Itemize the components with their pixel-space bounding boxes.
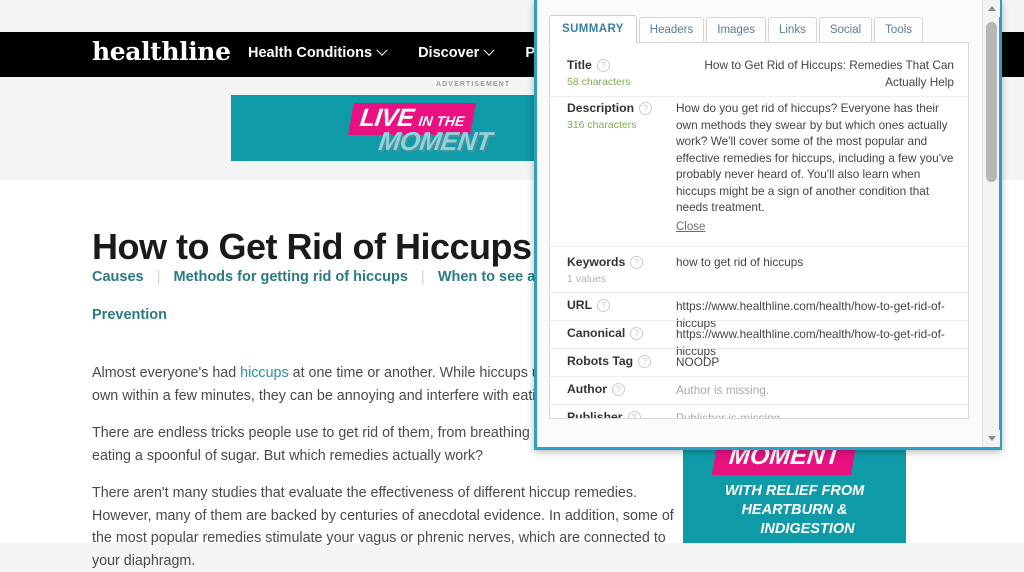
- row-label-description: Description?: [567, 101, 653, 115]
- help-icon[interactable]: ?: [630, 256, 644, 269]
- panel-tabs: SUMMARY Headers Images Links Social Tool…: [549, 15, 925, 43]
- help-icon[interactable]: ?: [638, 355, 652, 368]
- divider: [550, 246, 968, 247]
- tab-links[interactable]: Links: [767, 17, 817, 43]
- description-char-count: 316 characters: [567, 119, 637, 131]
- paragraph-text: Almost everyone's had: [92, 365, 241, 382]
- seo-extension-panel: SUMMARY Headers Images Links Social Tool…: [534, 0, 1002, 450]
- article-paragraph-3: There aren't many studies that evaluate …: [92, 485, 674, 569]
- scroll-down-arrow[interactable]: [983, 430, 1000, 447]
- chevron-down-icon: [376, 44, 388, 56]
- tab-headers[interactable]: Headers: [638, 17, 705, 43]
- label-text: Robots Tag: [567, 354, 634, 368]
- help-icon[interactable]: ?: [596, 59, 610, 72]
- nav-label: Discover: [418, 45, 480, 61]
- scrollbar-thumb[interactable]: [986, 22, 997, 182]
- title-char-count: 58 characters: [567, 76, 631, 88]
- page-title: How to Get Rid of Hiccups: [92, 226, 532, 268]
- row-value-title: How to Get Rid of Hiccups: Remedies That…: [704, 58, 954, 89]
- nav-item-health-conditions[interactable]: Health Conditions: [248, 44, 388, 61]
- row-label-keywords: Keywords?: [567, 255, 644, 269]
- divider: [550, 348, 968, 349]
- label-text: URL: [567, 298, 593, 312]
- divider: [550, 292, 968, 293]
- label-text: Keywords: [567, 255, 626, 269]
- scroll-up-arrow[interactable]: [983, 0, 1000, 17]
- bottom-ad-banner[interactable]: MOMENT WITH RELIEF FROM HEARTBURN & INDI…: [683, 448, 906, 543]
- chevron-down-icon: [483, 44, 495, 56]
- row-label-title: Title?: [567, 58, 610, 72]
- help-icon[interactable]: ?: [639, 102, 653, 115]
- help-icon[interactable]: ?: [627, 411, 641, 418]
- row-value-robots-tag: NOODP: [676, 355, 720, 369]
- label-text: Title: [567, 58, 592, 72]
- advertisement-label: ADVERTISEMENT: [436, 81, 511, 88]
- help-icon[interactable]: ?: [611, 383, 625, 396]
- tab-tools[interactable]: Tools: [874, 17, 924, 43]
- ad-subcopy: WITH RELIEF FROM HEARTBURN & INDIGESTION: [683, 482, 906, 539]
- jump-link-methods[interactable]: Methods for getting rid of hiccups: [174, 269, 408, 285]
- tab-social[interactable]: Social: [818, 17, 873, 43]
- ad-word-moment: MOMENT: [376, 126, 494, 156]
- tab-images[interactable]: Images: [706, 17, 766, 43]
- row-value-keywords: how to get rid of hiccups: [676, 255, 804, 269]
- divider: |: [156, 268, 161, 285]
- summary-sheet: Title? 58 characters How to Get Rid of H…: [549, 42, 969, 419]
- nav-item-discover[interactable]: Discover: [418, 44, 495, 61]
- ad-subcopy-line-1: WITH RELIEF FROM: [724, 483, 865, 499]
- row-value-publisher: Publisher is missing.: [676, 411, 784, 419]
- row-label-author: Author?: [567, 382, 625, 396]
- label-text: Description: [567, 101, 635, 115]
- row-value-author: Author is missing.: [676, 383, 770, 397]
- triangle-down-icon: [987, 436, 996, 441]
- description-text: How do you get rid of hiccups? Everyone …: [676, 101, 954, 214]
- help-icon[interactable]: ?: [597, 299, 611, 312]
- divider: [550, 96, 968, 97]
- divider: [550, 320, 968, 321]
- help-icon[interactable]: ?: [630, 327, 644, 340]
- close-description-link[interactable]: Close: [676, 219, 705, 236]
- row-label-robots-tag: Robots Tag?: [567, 354, 652, 368]
- ad-subcopy-line-2: HEARTBURN &: [741, 502, 848, 518]
- ad-word-moment-wrap: MOMENT: [711, 448, 858, 475]
- nav-label: Health Conditions: [248, 45, 373, 61]
- panel-scrollbar[interactable]: [982, 0, 1000, 447]
- row-label-url: URL?: [567, 298, 611, 312]
- inline-link-hiccups[interactable]: hiccups: [240, 365, 288, 381]
- divider: |: [420, 268, 425, 285]
- divider: [550, 404, 968, 405]
- ad-word-moment: MOMENT: [727, 448, 842, 470]
- jump-link-prevention[interactable]: Prevention: [92, 307, 167, 323]
- row-value-description: How do you get rid of hiccups? Everyone …: [676, 100, 954, 235]
- main-nav: Health Conditions Discover Plan: [248, 44, 556, 61]
- row-label-canonical: Canonical?: [567, 326, 644, 340]
- row-label-publisher: Publisher?: [567, 410, 641, 419]
- site-logo[interactable]: healthline: [92, 37, 231, 66]
- divider: [550, 376, 968, 377]
- label-text: Author: [567, 382, 607, 396]
- top-ad-banner[interactable]: LIVE IN THE MOMENT: [231, 95, 561, 161]
- triangle-up-icon: [987, 6, 996, 11]
- jump-link-causes[interactable]: Causes: [92, 269, 144, 285]
- keywords-count: 1 values: [567, 273, 607, 285]
- label-text: Canonical: [567, 326, 626, 340]
- tab-summary[interactable]: SUMMARY: [549, 15, 637, 43]
- panel-content: SUMMARY Headers Images Links Social Tool…: [537, 0, 979, 447]
- ad-subcopy-line-3: INDIGESTION: [760, 521, 855, 537]
- label-text: Publisher: [567, 410, 623, 419]
